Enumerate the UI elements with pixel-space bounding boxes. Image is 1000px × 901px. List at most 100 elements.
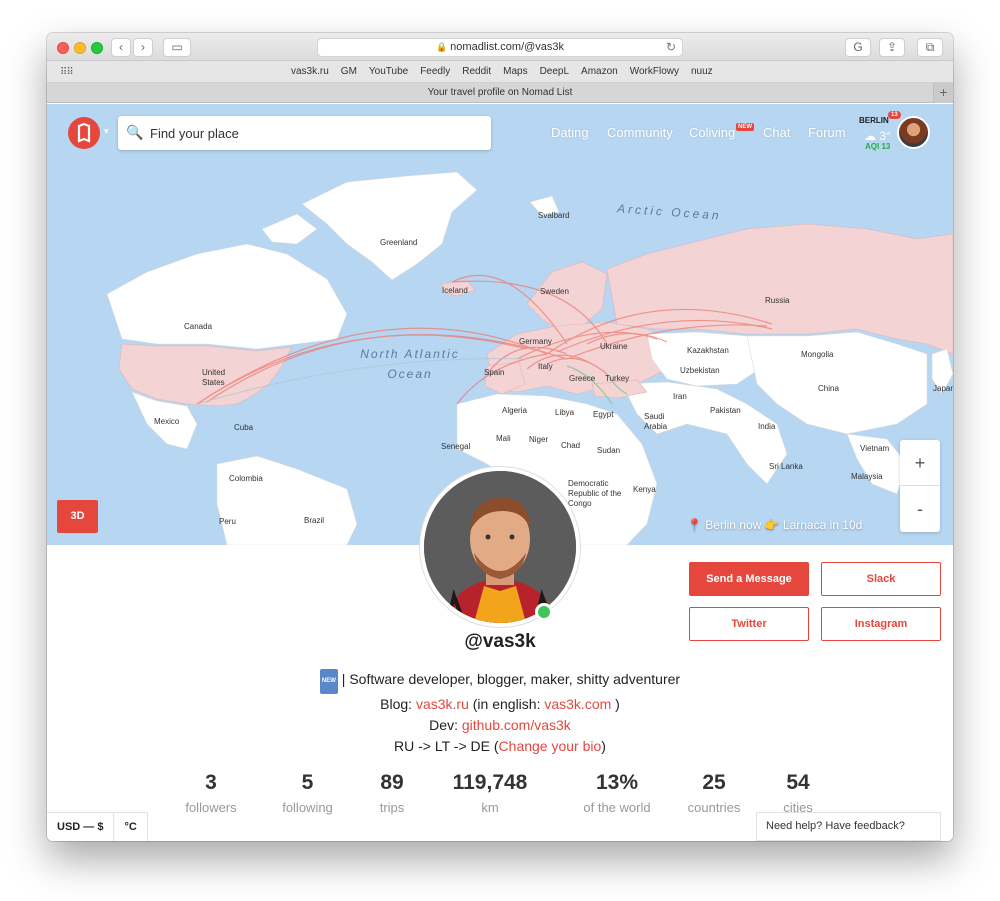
nav-coliving[interactable]: Coliving <box>689 125 735 140</box>
dev-label: Dev: <box>429 717 462 733</box>
map-label: Egypt <box>593 410 614 419</box>
back-icon[interactable]: ‹ <box>111 38 131 57</box>
map-label: Ukraine <box>600 342 628 351</box>
feedback-widget[interactable]: Need help? Have feedback? <box>756 812 941 841</box>
map-label: Democratic Republic of the Congo <box>568 479 622 508</box>
bookmark-item[interactable]: Amazon <box>581 66 618 77</box>
stat-value: 13% <box>595 771 639 794</box>
bookmark-item[interactable]: YouTube <box>369 66 408 77</box>
nav-chat[interactable]: Chat <box>763 125 790 140</box>
blog-end-text: ) <box>611 696 620 712</box>
grammarly-icon[interactable]: G <box>845 38 871 57</box>
nav-forum[interactable]: Forum <box>808 125 846 140</box>
map-label: China <box>818 384 839 393</box>
map-label: Sweden <box>540 287 569 296</box>
map-label: Saudi Arabia <box>644 412 668 431</box>
slack-button[interactable]: Slack <box>821 562 941 596</box>
nomadlist-logo[interactable] <box>68 117 100 149</box>
stat-following[interactable]: 5 following <box>255 771 360 815</box>
bookmark-item[interactable]: WorkFlowy <box>630 66 679 77</box>
bio-text: | Software developer, blogger, maker, sh… <box>337 671 681 687</box>
stat-followers[interactable]: 3 followers <box>161 771 261 815</box>
user-avatar[interactable] <box>897 116 930 149</box>
map-label: Italy <box>538 362 553 371</box>
route-text: RU -> LT -> DE ( <box>394 738 499 754</box>
map-label: Greece <box>569 374 596 383</box>
send-message-button[interactable]: Send a Message <box>689 562 809 596</box>
address-bar[interactable]: 🔒 nomadlist.com/@vas3k ↻ <box>317 38 683 57</box>
map-label: Libya <box>555 408 575 417</box>
bookmark-item[interactable]: GM <box>341 66 357 77</box>
blog-link[interactable]: vas3k.ru <box>416 696 469 712</box>
nav-community[interactable]: Community <box>607 125 673 140</box>
bookmark-item[interactable]: nuuz <box>691 66 713 77</box>
online-indicator <box>535 603 553 621</box>
cloud-icon: ☁ <box>864 129 876 143</box>
new-icon: NEW <box>319 669 338 694</box>
search-box[interactable]: 🔍 <box>118 116 491 150</box>
ocean-label-atlantic: North Atlantic Ocean <box>360 347 460 381</box>
currency-selector[interactable]: USD — $ °C <box>47 812 148 841</box>
grid-icon[interactable]: ⠿⠿ <box>60 67 74 78</box>
map-label: Malaysia <box>851 472 883 481</box>
url-text: nomadlist.com/@vas3k <box>450 41 565 53</box>
map-label: Greenland <box>380 238 418 247</box>
notification-badge: 13 <box>888 111 901 119</box>
forward-icon[interactable]: › <box>133 38 153 57</box>
3d-toggle-button[interactable]: 3D <box>57 500 98 533</box>
bookmark-item[interactable]: Reddit <box>462 66 491 77</box>
profile-bio: NEW | Software developer, blogger, maker… <box>47 669 953 757</box>
stat-countries[interactable]: 25 countries <box>669 771 759 815</box>
reload-icon[interactable]: ↻ <box>666 39 676 56</box>
bookmark-item[interactable]: vas3k.ru <box>291 66 329 77</box>
map-label: Brazil <box>304 516 325 525</box>
blog-mid-text: (in english: <box>468 696 545 712</box>
map-label: Pakistan <box>710 406 741 415</box>
map-label: Turkey <box>605 374 630 383</box>
stat-of-the-world[interactable]: 13% of the world <box>562 771 672 815</box>
zoom-in-button[interactable]: + <box>900 440 940 486</box>
tab-title[interactable]: Your travel profile on Nomad List <box>428 87 573 98</box>
chevron-down-icon[interactable]: ▾ <box>104 126 109 137</box>
map-label: Russia <box>765 296 790 305</box>
currency-button[interactable]: USD — $ <box>47 813 113 841</box>
search-icon: 🔍 <box>126 124 144 140</box>
share-icon[interactable]: ⇪ <box>879 38 905 57</box>
map-label: Mongolia <box>801 350 834 359</box>
stat-label: followers <box>185 800 237 815</box>
map-label: Sudan <box>597 446 621 455</box>
map-label: Iceland <box>442 286 468 295</box>
logo-icon <box>77 122 91 143</box>
stat-label: km <box>481 800 499 815</box>
map-label: Iran <box>673 392 687 401</box>
map-label: Niger <box>529 435 549 444</box>
bookmark-item[interactable]: Feedly <box>420 66 450 77</box>
map-label: Peru <box>219 517 236 526</box>
profile-photo <box>424 471 576 623</box>
blog-english-link[interactable]: vas3k.com <box>544 696 611 712</box>
github-link[interactable]: github.com/vas3k <box>462 717 571 733</box>
map-label: United States <box>202 368 226 387</box>
temperature-unit-button[interactable]: °C <box>113 813 146 841</box>
search-input[interactable] <box>150 123 470 143</box>
new-tab-icon[interactable]: + <box>933 83 953 103</box>
zoom-window-button[interactable] <box>91 42 103 54</box>
weather-aqi: AQI 13 <box>865 142 891 151</box>
browser-window: ‹ › ▭ 🔒 nomadlist.com/@vas3k ↻ G ⇪ ⧉ ⠿⠿ v… <box>47 33 953 841</box>
close-window-button[interactable] <box>57 42 69 54</box>
zoom-out-button[interactable]: - <box>900 486 940 532</box>
change-bio-link[interactable]: Change your bio <box>499 738 602 754</box>
title-bar: ‹ › ▭ 🔒 nomadlist.com/@vas3k ↻ G ⇪ ⧉ <box>47 33 953 61</box>
tabs-icon[interactable]: ⧉ <box>917 38 943 57</box>
bio-line-2: Blog: vas3k.ru (in english: vas3k.com ) <box>47 694 953 715</box>
stat-km[interactable]: 119,748 km <box>415 771 565 815</box>
minimize-window-button[interactable] <box>74 42 86 54</box>
map-label: India <box>758 422 776 431</box>
map-label: Canada <box>184 322 213 331</box>
stat-cities[interactable]: 54 cities <box>758 771 838 815</box>
bookmark-item[interactable]: Maps <box>503 66 527 77</box>
nav-dating[interactable]: Dating <box>551 125 589 140</box>
bookmark-item[interactable]: DeepL <box>540 66 569 77</box>
tab-bar: Your travel profile on Nomad List + <box>47 83 953 103</box>
sidebar-icon[interactable]: ▭ <box>163 38 191 57</box>
